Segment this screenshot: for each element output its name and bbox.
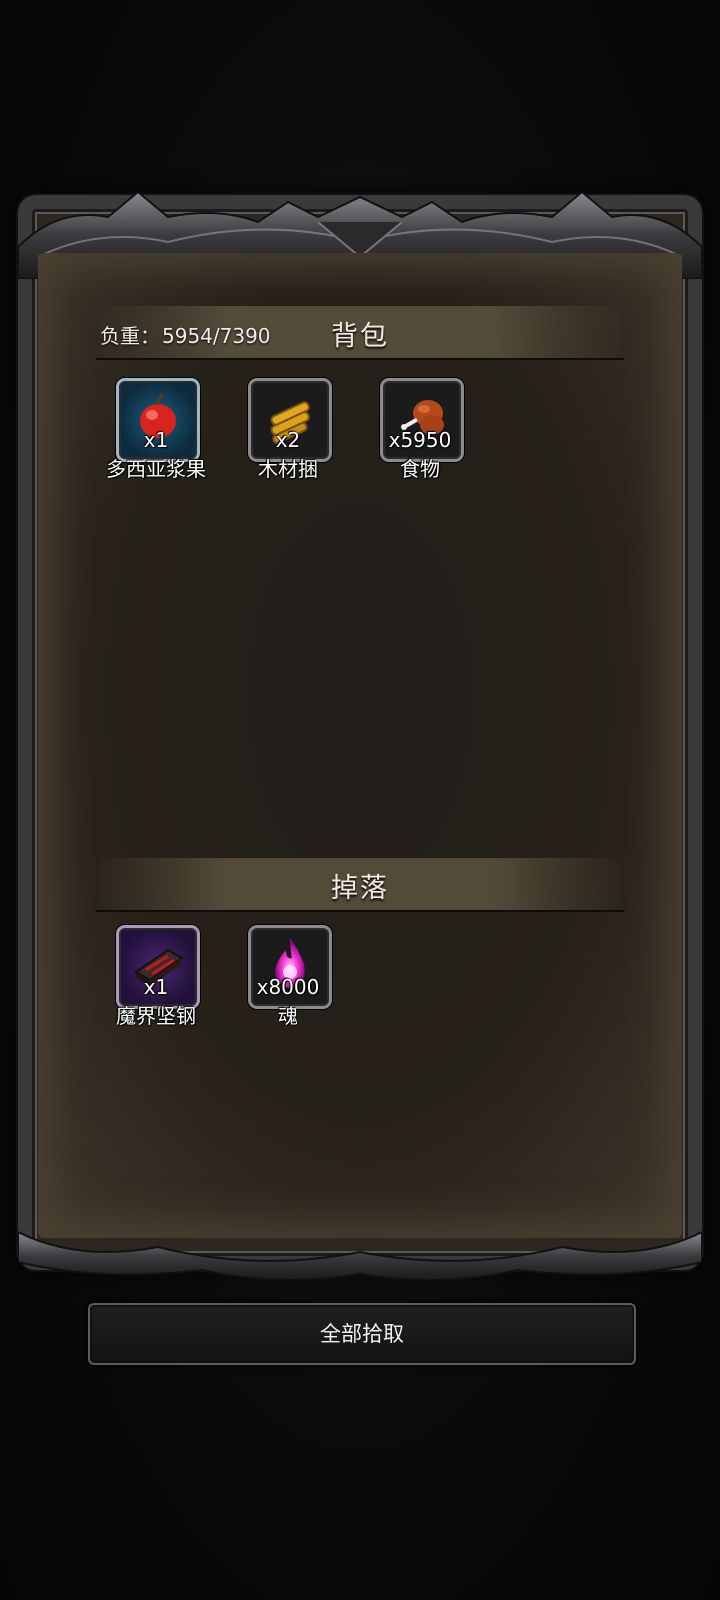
backpack-header: 负重： 5954/7390 背包: [96, 306, 624, 360]
drops-header: 掉落: [96, 858, 624, 912]
item-name: 魂: [278, 1004, 298, 1028]
item-count: x1: [143, 428, 169, 452]
backpack-item-wood[interactable]: x2 木材捆: [228, 378, 348, 488]
pick-all-button[interactable]: 全部拾取: [88, 1303, 636, 1365]
item-count: x2: [275, 428, 301, 452]
drops-title: 掉落: [331, 873, 389, 904]
item-count: x5950: [388, 428, 452, 452]
drop-item-steel[interactable]: x1 魔界坚钢: [96, 925, 216, 1035]
drop-item-soul[interactable]: x8000 魂: [228, 925, 348, 1035]
frame-crest-bottom: [18, 1230, 702, 1282]
backpack-item-berry[interactable]: x1 多西亚浆果: [96, 378, 216, 488]
backpack-item-food[interactable]: x5950 食物: [360, 378, 480, 488]
pick-all-label: 全部拾取: [320, 1322, 404, 1346]
item-name: 食物: [400, 457, 440, 481]
item-count: x1: [143, 975, 169, 999]
backpack-title: 背包: [331, 321, 389, 352]
item-count: x8000: [256, 975, 320, 999]
